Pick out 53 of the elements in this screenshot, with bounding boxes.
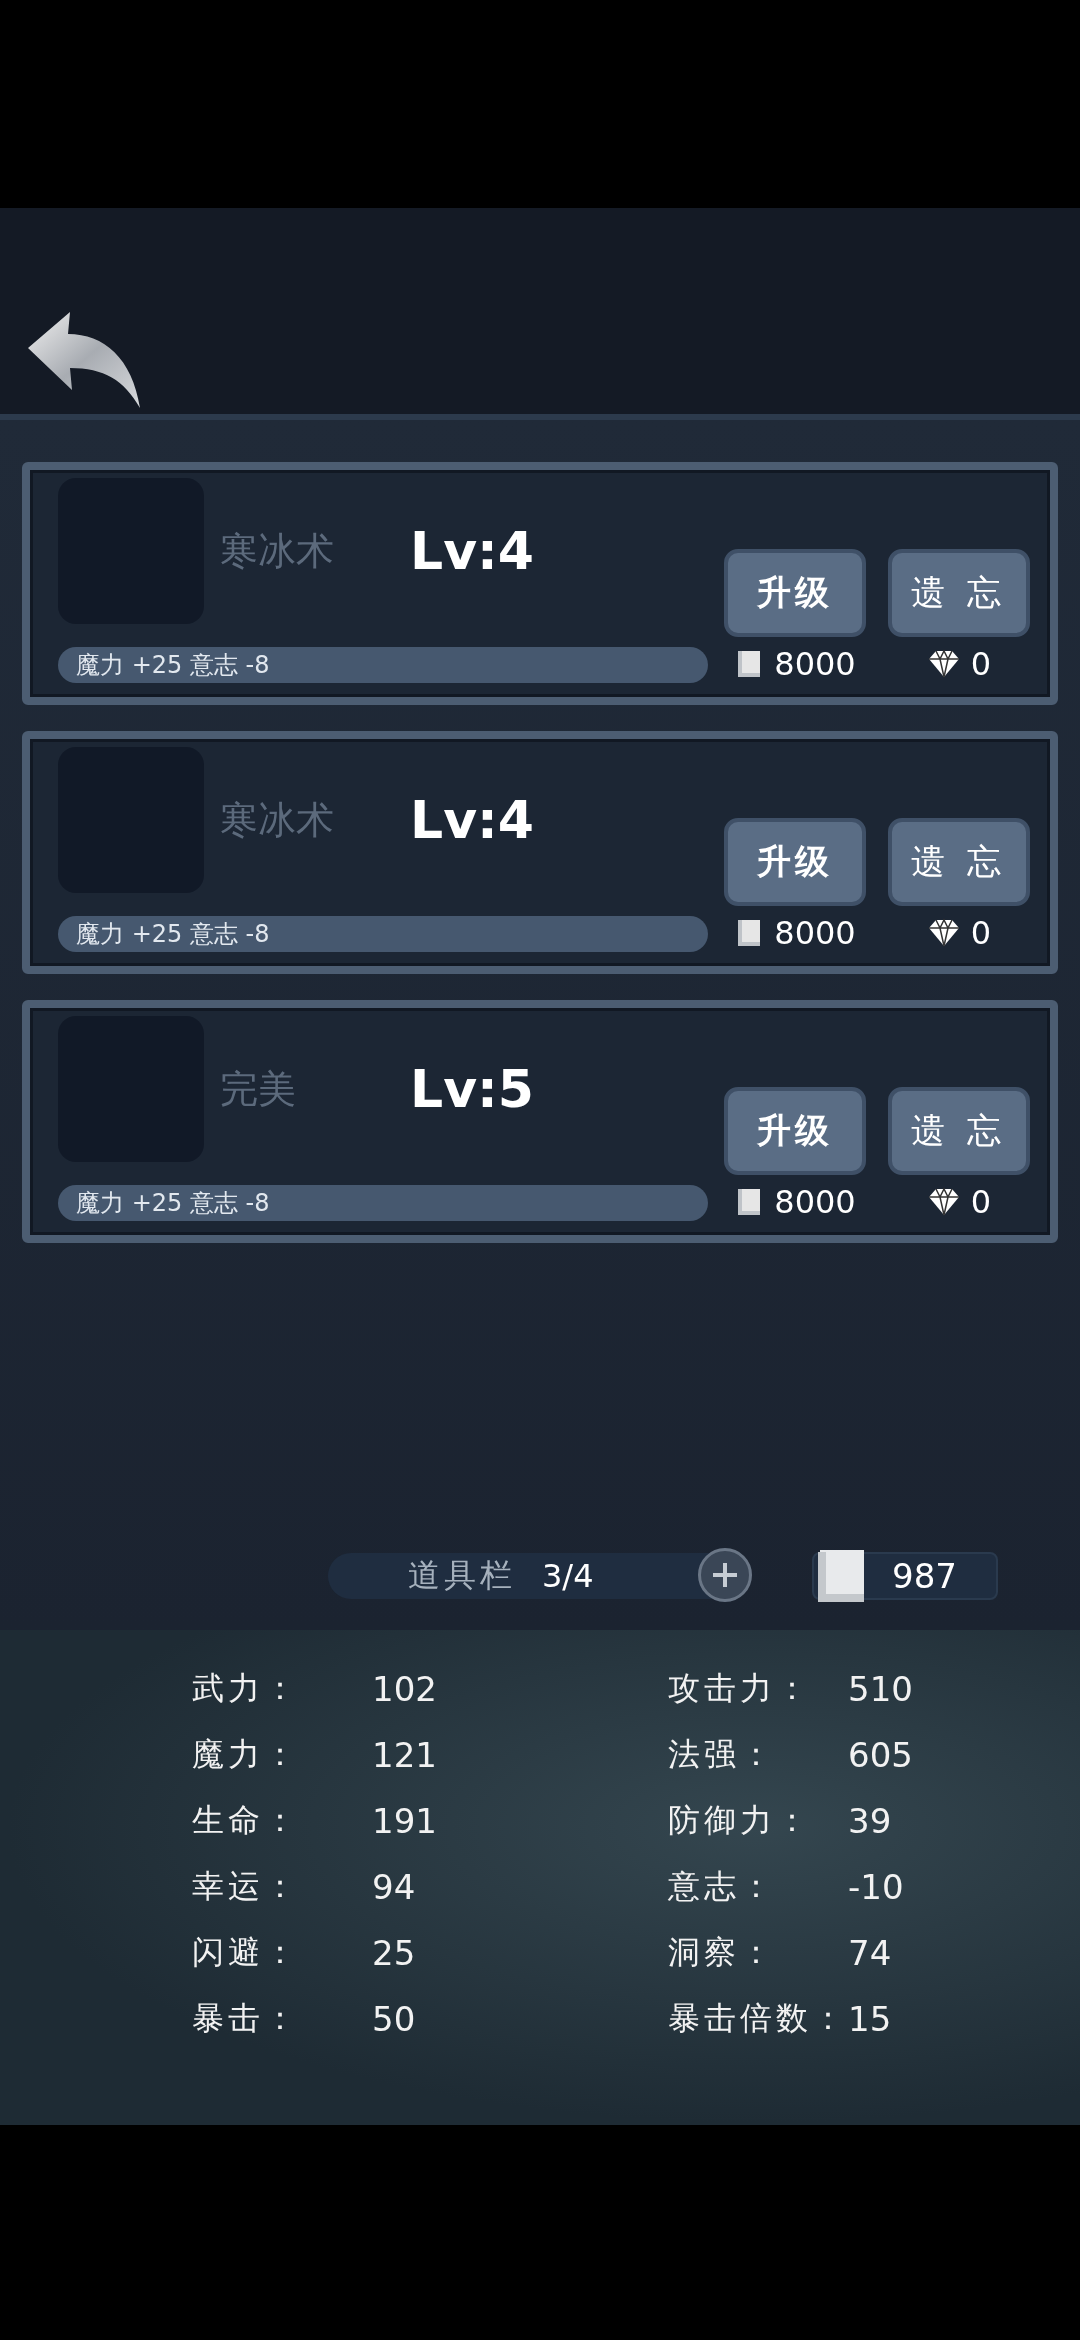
stat-label: 闪避：: [192, 1932, 301, 1973]
gem-cost: 0: [970, 914, 992, 952]
add-button[interactable]: [698, 1548, 752, 1602]
upgrade-button[interactable]: 升级: [724, 1087, 866, 1175]
skill-level: Lv:4: [410, 790, 534, 850]
stat-value: 15: [848, 1999, 893, 2039]
stat-value: 510: [848, 1669, 914, 1709]
book-cost: 8000: [774, 1183, 856, 1221]
stat-label: 法强：: [668, 1734, 777, 1775]
stat-label: 攻击力：: [668, 1668, 813, 1709]
stat-value: 605: [848, 1735, 914, 1775]
stat-value: 94: [372, 1867, 417, 1907]
forget-button[interactable]: 遗 忘: [888, 1087, 1030, 1175]
skill-effect: 魔力 +25 意志 -8: [58, 916, 708, 952]
skill-level: Lv:4: [410, 521, 534, 581]
stat-label: 生命：: [192, 1800, 301, 1841]
stat-label: 意志：: [668, 1866, 777, 1907]
gem-cost: 0: [970, 645, 992, 683]
book-cost: 8000: [774, 914, 856, 952]
inventory-count: 3/4: [542, 1557, 594, 1595]
stat-value: 102: [372, 1669, 438, 1709]
stat-value: -10: [848, 1867, 905, 1907]
upgrade-button[interactable]: 升级: [724, 818, 866, 906]
stat-value: 39: [848, 1801, 893, 1841]
skill-name: 完美: [220, 1065, 297, 1113]
forget-button[interactable]: 遗 忘: [888, 818, 1030, 906]
diamond-icon: [926, 649, 961, 679]
skill-name: 寒冰术: [220, 796, 335, 844]
skill-effect: 魔力 +25 意志 -8: [58, 647, 708, 683]
diamond-icon: [926, 918, 961, 948]
gem-cost: 0: [970, 1183, 992, 1221]
upgrade-button[interactable]: 升级: [724, 549, 866, 637]
stat-value: 191: [372, 1801, 438, 1841]
forget-button[interactable]: 遗 忘: [888, 549, 1030, 637]
stat-label: 暴击：: [192, 1998, 301, 2039]
diamond-icon: [926, 1187, 961, 1217]
book-count: 987: [892, 1556, 957, 1596]
stat-label: 洞察：: [668, 1932, 777, 1973]
stat-value: 25: [372, 1933, 417, 1973]
stat-label: 武力：: [192, 1668, 301, 1709]
stat-value: 74: [848, 1933, 893, 1973]
stat-label: 魔力：: [192, 1734, 301, 1775]
stat-label: 防御力：: [668, 1800, 813, 1841]
stat-label: 暴击倍数：: [668, 1998, 848, 2039]
skill-name: 寒冰术: [220, 527, 335, 575]
plus-icon: [710, 1560, 740, 1590]
inventory-label: 道具栏: [408, 1555, 516, 1596]
stat-value: 50: [372, 1999, 417, 2039]
stat-value: 121: [372, 1735, 438, 1775]
stat-label: 幸运：: [192, 1866, 301, 1907]
book-cost: 8000: [774, 645, 856, 683]
skill-level: Lv:5: [410, 1059, 534, 1119]
skill-effect: 魔力 +25 意志 -8: [58, 1185, 708, 1221]
